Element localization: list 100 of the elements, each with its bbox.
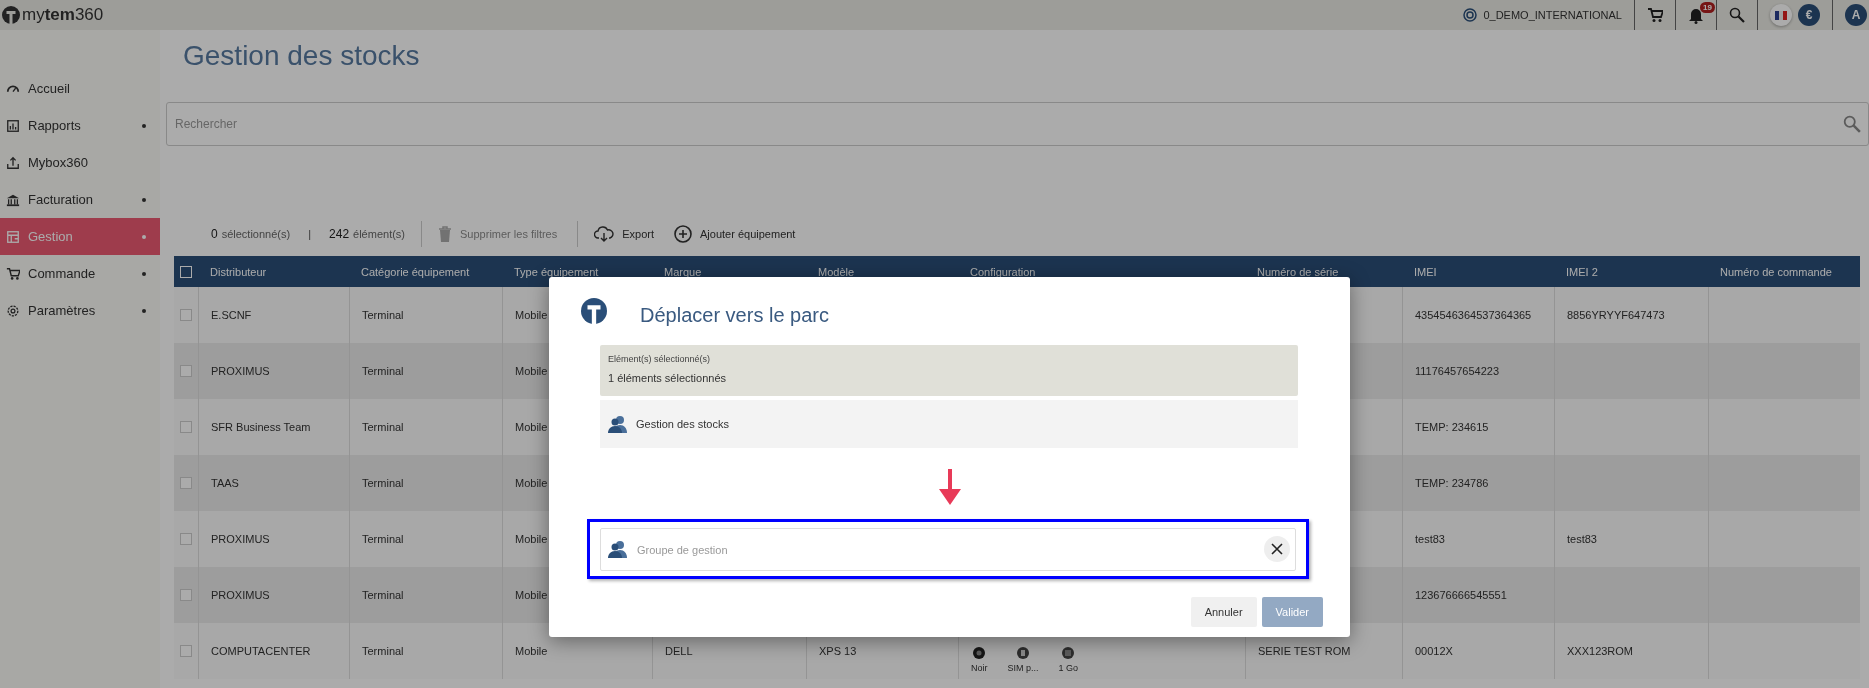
sidebar-item[interactable]: Paramètres <box>0 292 160 329</box>
cart-icon <box>6 266 20 281</box>
row-checkbox[interactable] <box>180 533 192 545</box>
table-cell: test83 <box>1567 533 1597 545</box>
row-checkbox[interactable] <box>180 309 192 321</box>
group-field[interactable]: Groupe de gestion <box>600 528 1296 571</box>
toolbar-action[interactable]: Export <box>594 226 655 242</box>
column-header[interactable]: Numéro de commande <box>1708 265 1860 278</box>
close-icon[interactable] <box>1264 536 1290 562</box>
separator: | <box>308 228 312 240</box>
row-checkbox[interactable] <box>180 589 192 601</box>
gear-icon <box>6 303 20 318</box>
table-cell: TAAS <box>211 477 239 489</box>
table-cell: PROXIMUS <box>211 533 270 545</box>
selected-count: 0 <box>211 227 218 241</box>
user-group-icon <box>608 540 628 558</box>
table-cell: PROXIMUS <box>211 589 270 601</box>
color-swatch-icon <box>973 647 986 659</box>
table-cell: 4354546364537364365 <box>1415 309 1532 321</box>
cart-icon[interactable] <box>1647 7 1663 23</box>
row-checkbox[interactable] <box>180 365 192 377</box>
flag-button[interactable] <box>1770 4 1792 26</box>
table-cell: Terminal <box>362 533 404 545</box>
total-count: 242 <box>329 227 350 241</box>
column-header[interactable]: Catégorie équipement <box>349 265 502 278</box>
table-cell: Terminal <box>362 477 404 489</box>
config-label: Noir <box>971 663 988 673</box>
sidebar-item[interactable]: Mybox360 <box>0 144 160 181</box>
table-cell: SERIE TEST ROM <box>1258 645 1351 657</box>
storage-icon <box>1062 647 1075 659</box>
sim-card-icon <box>1017 647 1029 659</box>
search-field[interactable]: Rechercher <box>166 102 1869 146</box>
user-group-icon <box>608 415 628 433</box>
table-cell: Mobile <box>515 309 548 321</box>
table-cell: E.SCNF <box>211 309 252 321</box>
row-checkbox[interactable] <box>180 645 192 657</box>
config-label: SIM p... <box>1007 663 1039 673</box>
trash-icon <box>438 226 453 242</box>
table-cell: Terminal <box>362 645 404 657</box>
table-cell: Mobile <box>515 589 548 601</box>
source-label: Gestion des stocks <box>636 418 729 430</box>
table-cell: 00012X <box>1415 645 1453 657</box>
column-header[interactable]: Numéro de série <box>1245 265 1402 278</box>
user-avatar[interactable]: A <box>1845 4 1867 26</box>
bank-icon <box>6 192 20 207</box>
table-cell: TEMP: 234615 <box>1415 421 1489 433</box>
page-title: Gestion des stocks <box>183 39 421 73</box>
sidebar-item[interactable]: Rapports <box>0 107 160 144</box>
column-header[interactable]: IMEI 2 <box>1554 265 1708 278</box>
table-cell: 11176457654223 <box>1415 365 1499 377</box>
down-arrow-icon <box>938 469 961 505</box>
select-all-checkbox[interactable] <box>180 265 192 278</box>
toolbar-action[interactable]: Ajouter équipement <box>674 225 796 243</box>
column-header[interactable]: Configuration <box>958 265 1245 278</box>
table-cell: Mobile <box>515 421 548 433</box>
sidebar-item[interactable]: Commande <box>0 255 160 292</box>
report-icon <box>6 118 20 133</box>
table-cell: COMPUTACENTER <box>211 645 311 657</box>
currency-button[interactable]: € <box>1798 4 1820 26</box>
sidebar-item[interactable]: Facturation <box>0 181 160 218</box>
row-checkbox[interactable] <box>180 477 192 489</box>
table-cell: SFR Business Team <box>211 421 311 433</box>
row-checkbox[interactable] <box>180 421 192 433</box>
submenu-dot <box>142 123 146 128</box>
sidebar-item[interactable]: Accueil <box>0 70 160 107</box>
selection-value: 1 éléments sélectionnés <box>608 372 727 384</box>
notification-badge: 19 <box>1700 2 1715 13</box>
table-cell: 8856YRYYF647473 <box>1567 309 1665 321</box>
store-icon <box>6 229 20 244</box>
table-cell: Terminal <box>362 421 404 433</box>
search-icon[interactable] <box>1729 7 1745 23</box>
bell-icon[interactable] <box>1688 6 1704 24</box>
cloud-download-icon <box>594 226 615 242</box>
config-label: 1 Go <box>1058 663 1079 673</box>
logo-icon <box>581 298 607 324</box>
table-cell: PROXIMUS <box>211 365 270 377</box>
column-header[interactable]: Distributeur <box>198 265 349 278</box>
flag-icon <box>1775 10 1787 20</box>
table-cell: test83 <box>1415 533 1445 545</box>
total-label: élément(s) <box>353 228 406 240</box>
column-header[interactable]: Type équipement <box>502 265 652 278</box>
table-cell: TEMP: 234786 <box>1415 477 1489 489</box>
search-icon[interactable] <box>1843 115 1861 133</box>
upload-tray-icon <box>6 155 20 170</box>
table-cell: Mobile <box>515 645 548 657</box>
plus-circle-icon <box>674 225 693 243</box>
account-name[interactable]: 0_DEMO_INTERNATIONAL <box>1483 9 1622 21</box>
table-cell: Mobile <box>515 533 548 545</box>
column-header[interactable]: Modèle <box>806 265 958 278</box>
table-cell: 123676666545551 <box>1415 589 1507 601</box>
table-cell: DELL <box>665 645 693 657</box>
selected-label: sélectionné(s) <box>221 228 291 240</box>
selection-label: Elément(s) sélectionné(s) <box>608 354 712 364</box>
table-cell: Terminal <box>362 365 404 377</box>
target-icon <box>1463 8 1478 22</box>
cancel-button[interactable]: Annuler <box>1190 597 1257 627</box>
column-header[interactable]: Marque <box>652 265 806 278</box>
table-cell: XXX123ROM <box>1567 645 1634 657</box>
submenu-dot <box>142 271 146 276</box>
column-header[interactable]: IMEI <box>1402 265 1554 278</box>
